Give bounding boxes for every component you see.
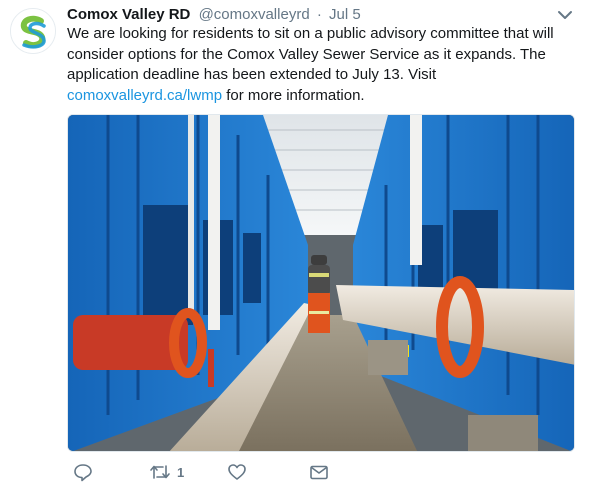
tweet-actions: 1 bbox=[67, 460, 567, 484]
envelope-icon bbox=[310, 465, 328, 480]
more-options-button[interactable] bbox=[556, 8, 574, 22]
user-handle[interactable]: @comoxvalleyrd bbox=[199, 6, 310, 23]
reply-icon bbox=[74, 464, 92, 482]
tweet-header: Comox Valley RD @comoxvalleyrd · Jul 5 bbox=[67, 6, 361, 24]
sewer-facility-photo bbox=[68, 115, 574, 451]
like-button[interactable] bbox=[227, 460, 247, 484]
retweet-icon bbox=[150, 465, 170, 479]
tweet-timestamp[interactable]: Jul 5 bbox=[329, 6, 361, 23]
retweet-button[interactable]: 1 bbox=[149, 460, 184, 484]
direct-message-button[interactable] bbox=[309, 460, 329, 484]
retweet-count: 1 bbox=[177, 464, 185, 480]
tweet-text: We are looking for residents to sit on a… bbox=[67, 24, 577, 106]
tweet-text-tail: for more information. bbox=[222, 86, 365, 104]
heart-icon bbox=[228, 464, 246, 480]
tweet-card[interactable]: Comox Valley RD @comoxvalleyrd · Jul 5 W… bbox=[0, 0, 593, 492]
comox-valley-logo-icon bbox=[11, 9, 55, 53]
separator-dot: · bbox=[316, 6, 322, 23]
tweet-photo[interactable] bbox=[67, 114, 575, 452]
tweet-text-body: We are looking for residents to sit on a… bbox=[67, 25, 554, 83]
chevron-down-icon bbox=[558, 11, 572, 19]
display-name[interactable]: Comox Valley RD bbox=[67, 6, 190, 23]
tweet-link[interactable]: comoxvalleyrd.ca/lwmp bbox=[67, 87, 222, 104]
reply-button[interactable] bbox=[73, 460, 93, 484]
avatar[interactable] bbox=[10, 8, 56, 54]
